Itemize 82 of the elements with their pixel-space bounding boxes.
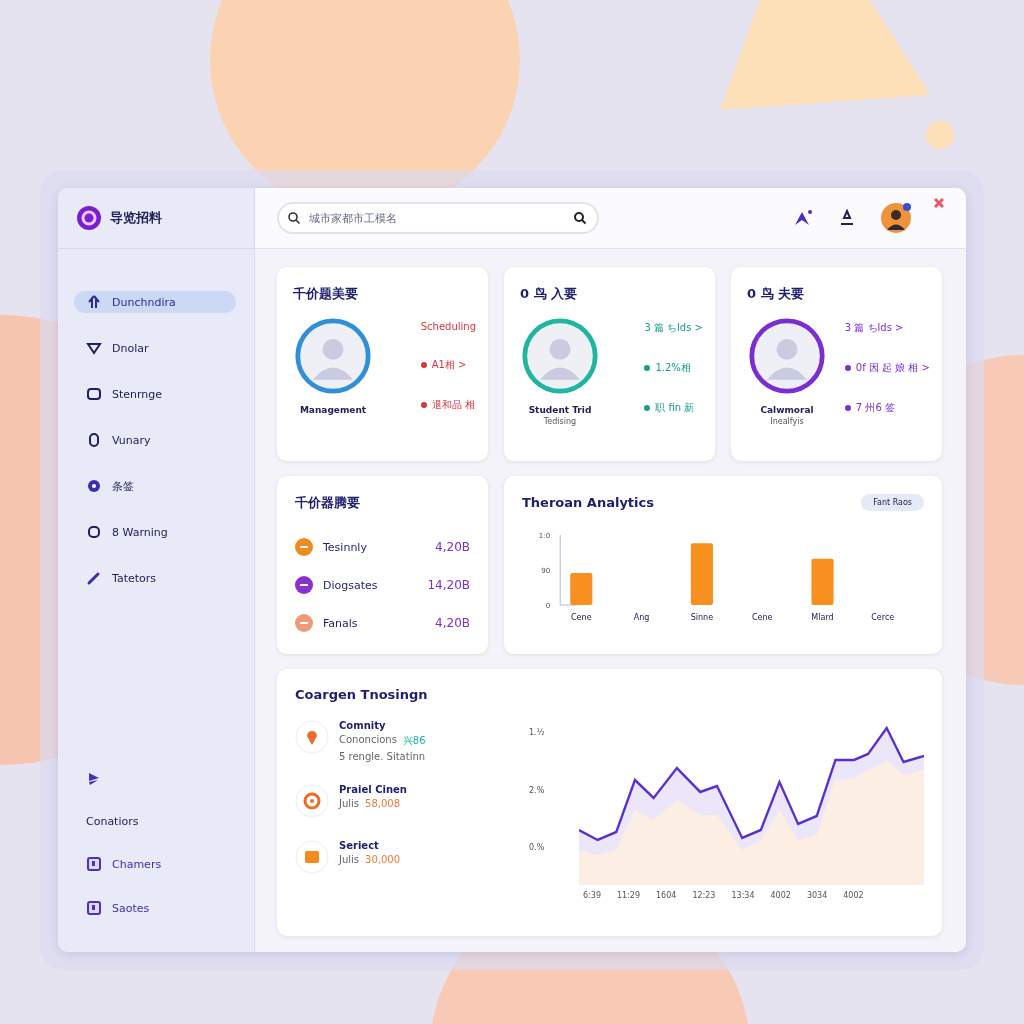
bar <box>570 573 593 605</box>
axis-label: 4002 <box>770 891 791 900</box>
sidebar-item[interactable]: Tatetors <box>74 567 236 589</box>
item-detail: 5 rengle. Sitatinn <box>339 751 426 762</box>
item-value: 兴86 <box>402 734 426 748</box>
logo-icon <box>76 205 102 231</box>
profile-caption: Calwmoral <box>760 405 814 415</box>
background-dot <box>926 121 954 149</box>
search-icon <box>287 211 301 225</box>
pin-icon <box>295 720 329 754</box>
item-note: Julis <box>339 798 360 809</box>
profile-detail: 退和品 相 <box>431 398 475 412</box>
stat-label: Tesinnly <box>323 540 367 554</box>
axis-tick: 2.% <box>529 785 546 795</box>
wheel-icon <box>295 784 329 818</box>
profile-detail: 职 fin 新 <box>655 401 695 415</box>
profile-detail: Scheduling <box>420 321 476 332</box>
stat-value: 4,20B <box>435 540 470 554</box>
sidebar-item[interactable]: Chamers <box>86 856 236 872</box>
axis-label: 12:23 <box>692 891 716 900</box>
item-title: Seriect <box>339 840 380 851</box>
card-title: 0 鸟 夫要 <box>747 285 806 303</box>
user-avatar[interactable] <box>880 202 912 234</box>
axis-label: 4002 <box>843 891 864 900</box>
rounded-square-icon <box>86 524 102 540</box>
item-note: Julis <box>339 854 360 865</box>
axis-tick: 1.½ <box>529 728 546 737</box>
item-value: 58,008 <box>365 798 401 809</box>
sidebar-item[interactable]: Saotes <box>86 900 236 916</box>
axis-line <box>559 534 577 606</box>
filter-button[interactable]: Fant Raos <box>861 494 924 511</box>
profile-detail: 1.2%相 <box>655 361 691 375</box>
square-icon <box>86 856 102 872</box>
profile-subcaption: Tedising <box>543 417 577 426</box>
sidebar-item[interactable]: Stenrnge <box>74 383 236 405</box>
square-icon <box>86 900 102 916</box>
bar <box>811 558 834 605</box>
circle-icon <box>86 478 102 494</box>
pencil-icon <box>86 570 102 586</box>
card-title: 0 鸟 入要 <box>520 285 579 303</box>
sidebar-item[interactable]: Vunary <box>74 429 236 451</box>
axis-label: 11:29 <box>616 891 641 900</box>
box-icon <box>295 840 329 874</box>
stat-label: Fanals <box>323 616 358 630</box>
item-note: Cononcions <box>339 734 397 747</box>
card-title: 千价器腾要 <box>295 494 361 512</box>
stat-value: 14,20B <box>427 578 470 592</box>
profile-caption: Student Trid <box>528 405 592 415</box>
search-field[interactable]: 城市家都市工模名 <box>277 202 599 234</box>
square-icon <box>86 386 102 402</box>
card-title: 千价题美要 <box>293 285 359 303</box>
profile-caption: Management <box>299 405 367 415</box>
profile-detail: 0f 因 起 娘 相 > <box>855 361 930 375</box>
axis-label: 1604 <box>656 891 677 900</box>
item-value: 30,000 <box>365 854 401 865</box>
profile-subcaption: Inealfyis <box>770 417 804 426</box>
sidebar-item[interactable]: Dnolar <box>74 337 236 359</box>
close-icon[interactable] <box>934 198 944 208</box>
axis-tick: 0.% <box>529 843 546 852</box>
card-title: Coargen Tnosingn <box>295 687 429 702</box>
item-title: Comnity <box>339 720 387 731</box>
sidebar-item[interactable]: 条签 <box>74 475 236 497</box>
axis-label: 13:34 <box>731 891 755 900</box>
triangle-icon <box>86 340 102 356</box>
axis-label: 6:39 <box>583 891 601 900</box>
arrow-up-icon <box>86 294 102 310</box>
card-title: Theroan Analytics <box>522 495 654 510</box>
stat-value: 4,20B <box>435 616 470 630</box>
profile-detail: 3 篇 ちlds > <box>644 321 703 335</box>
sidebar-item[interactable]: 8 Warning <box>74 521 236 543</box>
profile-detail: 3 篇 ちlds > <box>844 321 904 335</box>
sidebar-section-label: Conatiors <box>86 815 140 828</box>
axis-label: 3034 <box>806 891 828 900</box>
search-icon[interactable] <box>573 211 587 225</box>
sidebar-item[interactable]: Dunchndira <box>74 291 236 313</box>
capsule-icon <box>86 432 102 448</box>
brand-name: 导览招料 <box>110 209 162 227</box>
bar <box>690 543 713 605</box>
stat-label: Diogsates <box>323 578 378 592</box>
profile-detail: 7 州6 签 <box>855 401 895 415</box>
item-title: Praiel Cinen <box>339 784 407 795</box>
profile-detail: A1相 > <box>431 358 467 372</box>
